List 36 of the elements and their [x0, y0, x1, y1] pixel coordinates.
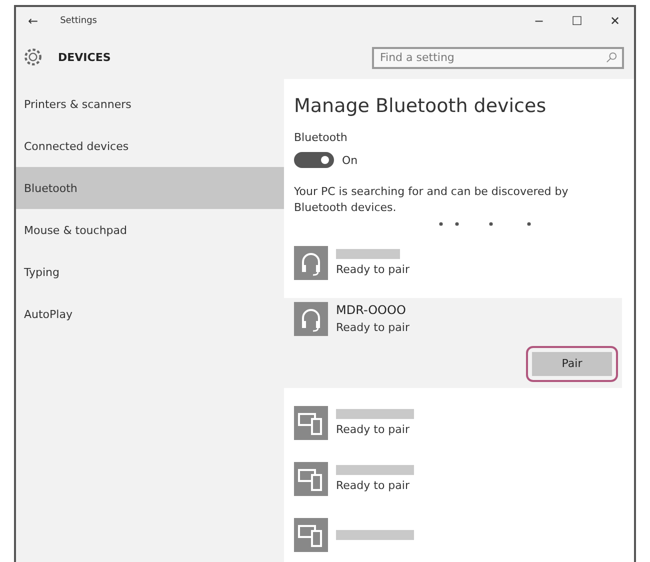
devices-icon — [294, 518, 328, 552]
device-item[interactable]: Ready to pair — [284, 242, 622, 284]
device-name: MDR-OOOO — [336, 303, 407, 318]
device-status: Ready to pair — [336, 321, 410, 334]
page-title: DEVICES — [58, 50, 112, 64]
devices-icon — [294, 406, 328, 440]
device-item[interactable]: Ready to pair — [284, 458, 622, 500]
window-title: Settings — [60, 16, 98, 26]
toggle-label: Bluetooth — [294, 131, 348, 144]
devices-icon — [294, 462, 328, 496]
device-status: Ready to pair — [336, 263, 410, 276]
sidebar-item[interactable]: AutoPlay — [16, 293, 284, 335]
headphones-icon — [294, 246, 328, 280]
toggle-state: On — [342, 154, 358, 166]
hidden-name-bar — [336, 249, 400, 260]
device-item[interactable]: Ready to pair — [284, 402, 622, 444]
device-status: Ready to pair — [336, 479, 410, 492]
section-heading: Manage Bluetooth devices — [294, 95, 548, 117]
search-icon — [606, 52, 617, 63]
sidebar-item[interactable]: Printers & scanners — [16, 83, 284, 125]
search-field[interactable]: Find a setting — [372, 46, 624, 68]
sidebar-item[interactable]: Bluetooth — [16, 167, 284, 209]
device-status: Ready to pair — [336, 423, 410, 436]
description: Your PC is searching for and can be discovered by Bluetooth devices. — [294, 184, 570, 216]
sidebar-item[interactable]: Typing — [16, 251, 284, 293]
sidebar-item[interactable]: Mouse & touchpad — [16, 209, 284, 251]
device-item[interactable]: MDR-OOOO Ready to pair Pair — [284, 298, 622, 388]
window-control-button[interactable]: ☐ — [558, 14, 596, 28]
toggle-switch[interactable] — [294, 152, 334, 168]
window-control-button[interactable]: ✕ — [596, 14, 634, 28]
window-control-button[interactable]: − — [520, 14, 558, 28]
settings-icon — [22, 46, 44, 68]
back-button[interactable]: ← — [28, 14, 38, 28]
sidebar-item[interactable]: Connected devices — [16, 125, 284, 167]
headphones-icon — [294, 302, 328, 336]
pair-button[interactable]: Pair — [532, 352, 612, 376]
